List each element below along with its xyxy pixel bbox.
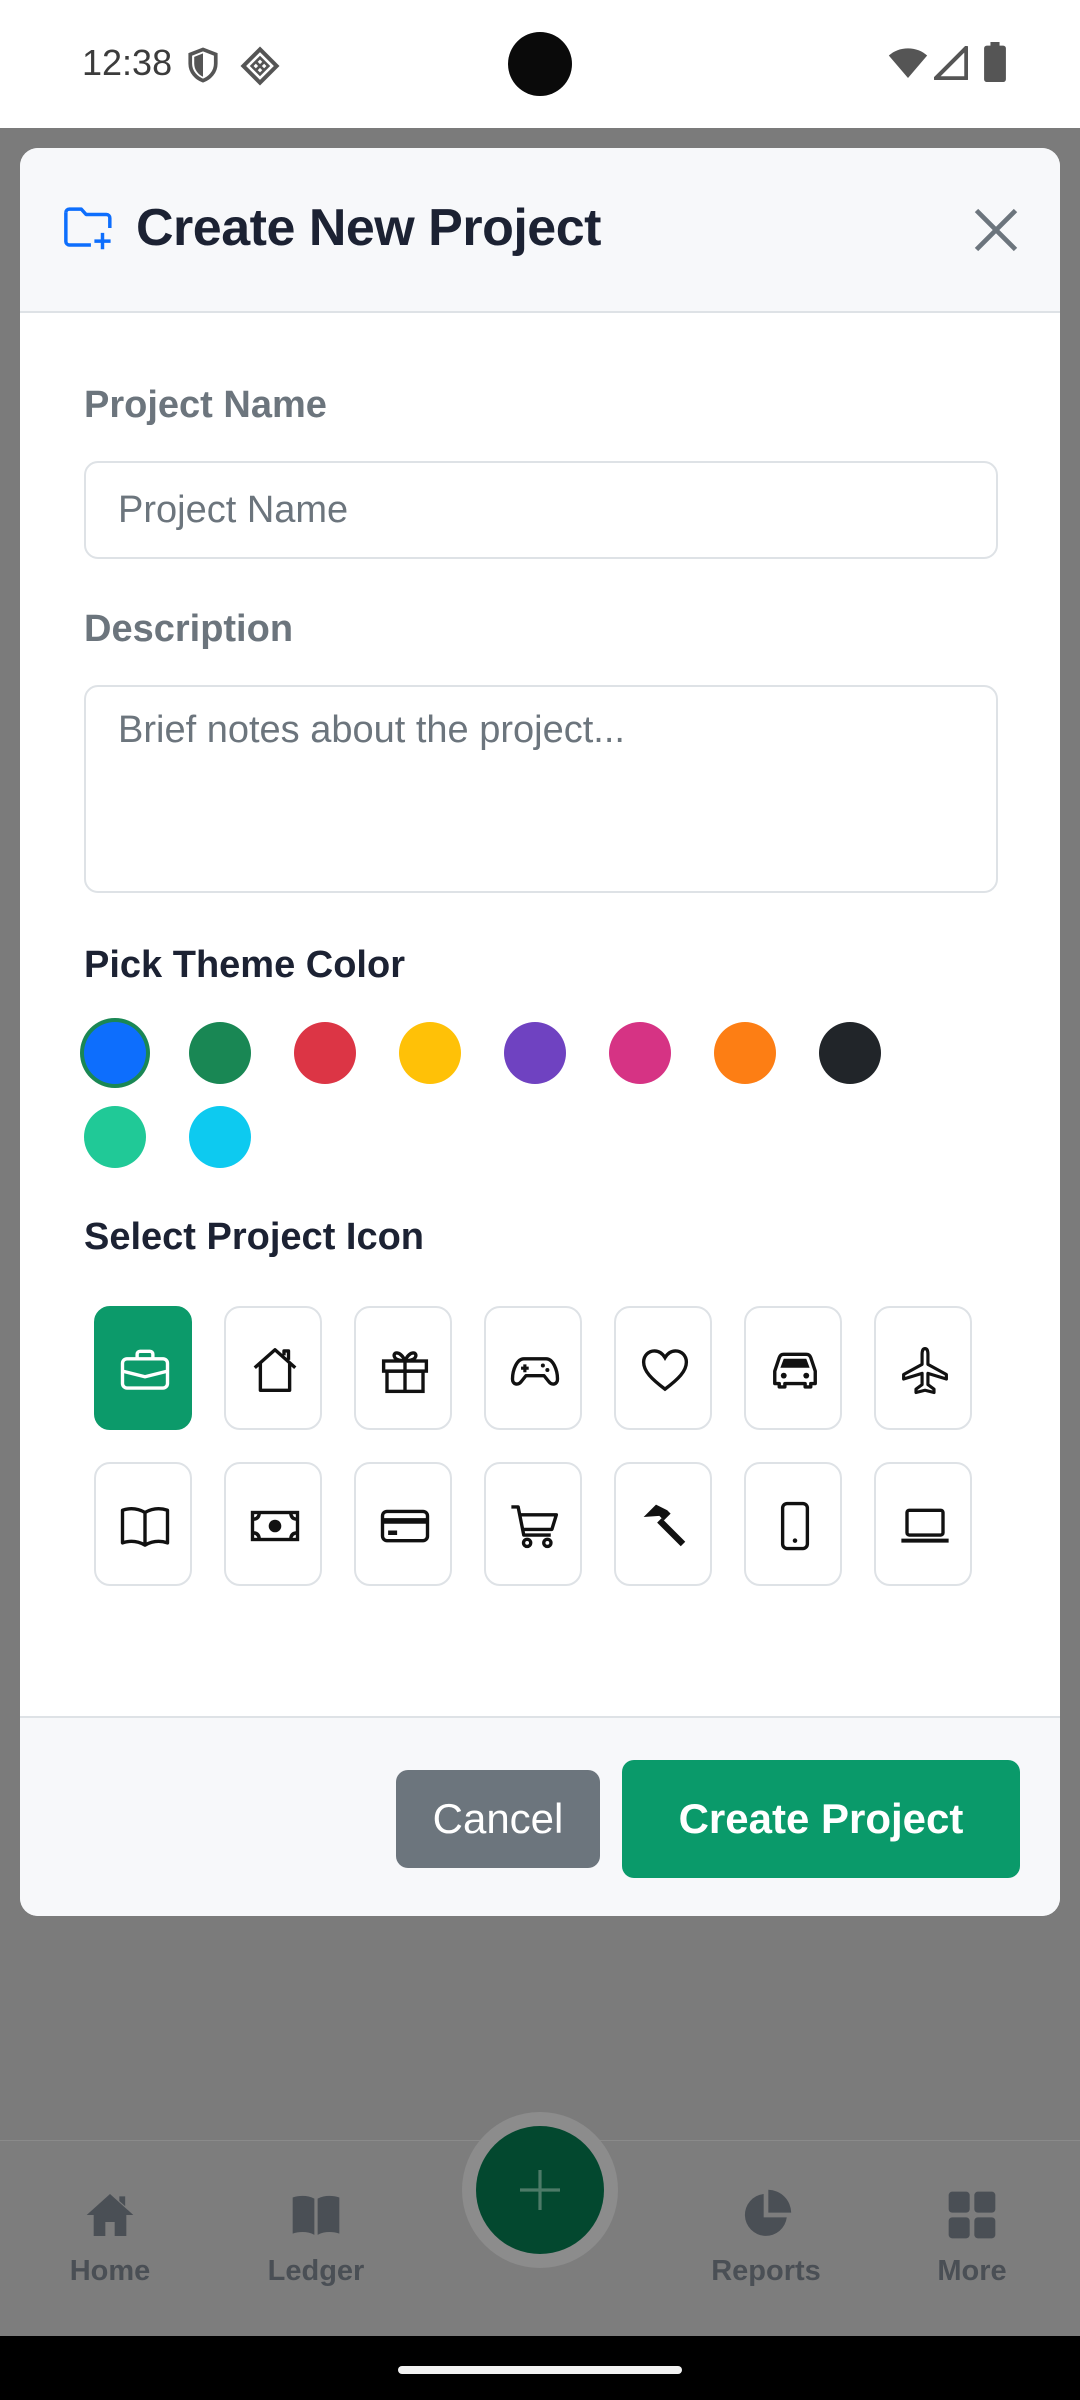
project-name-input[interactable] <box>84 461 998 559</box>
book-icon <box>292 2195 340 2235</box>
heart-icon <box>641 1349 689 1392</box>
cell-signal-icon <box>934 46 968 80</box>
color-swatch[interactable] <box>819 1022 881 1084</box>
color-swatch[interactable] <box>189 1106 251 1168</box>
status-bar: 12:38 <box>0 0 1080 128</box>
car-icon <box>773 1352 817 1389</box>
create-project-button[interactable]: Create Project <box>622 1760 1020 1878</box>
add-fab-button[interactable] <box>476 2126 604 2254</box>
color-swatch[interactable] <box>714 1022 776 1084</box>
nav-label-reports: Reports <box>711 2255 821 2287</box>
color-swatch[interactable] <box>294 1022 356 1084</box>
cash-icon <box>250 1510 300 1542</box>
battery-icon <box>984 42 1006 82</box>
airplane-icon <box>902 1347 948 1395</box>
modal-header: Create New Project <box>20 148 1060 313</box>
color-swatch[interactable] <box>84 1106 146 1168</box>
folder-plus-icon <box>64 207 112 250</box>
book-open-icon <box>120 1507 170 1547</box>
nav-label-ledger: Ledger <box>267 2255 365 2287</box>
icon-option-cart[interactable] <box>484 1462 582 1586</box>
home-icon <box>86 2194 134 2236</box>
status-time: 12:38 <box>82 42 173 83</box>
color-swatch[interactable] <box>399 1022 461 1084</box>
modal-title: Create New Project <box>136 199 601 257</box>
hammer-icon <box>643 1504 686 1547</box>
diamond-grid-icon <box>240 46 280 86</box>
house-icon <box>253 1348 297 1392</box>
grid-icon <box>948 2191 996 2239</box>
nav-item-more[interactable]: More <box>892 2187 1052 2288</box>
credit-card-icon <box>380 1509 430 1543</box>
icon-option-house[interactable] <box>224 1306 322 1430</box>
icon-option-credit-card[interactable] <box>354 1462 452 1586</box>
theme-color-label: Pick Theme Color <box>84 944 405 986</box>
icon-option-heart[interactable] <box>614 1306 712 1430</box>
icon-option-gamepad[interactable] <box>484 1306 582 1430</box>
icon-option-gift[interactable] <box>354 1306 452 1430</box>
icon-option-car[interactable] <box>744 1306 842 1430</box>
description-textarea[interactable] <box>84 685 998 893</box>
pie-chart-icon <box>744 2189 792 2236</box>
home-gesture-handle[interactable] <box>398 2366 682 2374</box>
camera-cutout <box>508 32 572 96</box>
icon-option-hammer[interactable] <box>614 1462 712 1586</box>
color-swatch[interactable] <box>609 1022 671 1084</box>
gesture-bar <box>0 2336 1080 2400</box>
nav-label-home: Home <box>69 2255 151 2287</box>
color-swatch[interactable] <box>189 1022 251 1084</box>
close-icon[interactable] <box>970 204 1022 256</box>
create-project-modal: Create New Project Project Name Descript… <box>20 148 1060 1916</box>
wifi-icon <box>888 48 928 78</box>
nav-item-ledger[interactable]: Ledger <box>236 2187 396 2288</box>
icon-option-phone[interactable] <box>744 1462 842 1586</box>
icon-option-briefcase[interactable] <box>94 1306 192 1430</box>
color-swatch[interactable] <box>84 1022 146 1084</box>
nav-item-reports[interactable]: Reports <box>686 2187 846 2288</box>
nav-label-more: More <box>937 2255 1007 2287</box>
description-label: Description <box>84 608 294 650</box>
cancel-button[interactable]: Cancel <box>396 1770 600 1868</box>
plus-icon <box>520 2170 560 2210</box>
phone-icon <box>780 1501 810 1551</box>
icon-option-cash[interactable] <box>224 1462 322 1586</box>
shield-icon <box>188 47 218 83</box>
project-name-label: Project Name <box>84 384 327 426</box>
color-swatch[interactable] <box>504 1022 566 1084</box>
icon-option-book[interactable] <box>94 1462 192 1586</box>
icon-option-laptop[interactable] <box>874 1462 972 1586</box>
modal-footer: Cancel Create Project <box>20 1716 1060 1916</box>
gamepad-icon <box>510 1357 560 1386</box>
gift-icon <box>381 1351 429 1394</box>
project-icon-label: Select Project Icon <box>84 1216 425 1258</box>
laptop-icon <box>901 1508 949 1543</box>
briefcase-icon <box>120 1349 170 1390</box>
icon-option-airplane[interactable] <box>874 1306 972 1430</box>
nav-item-home[interactable]: Home <box>30 2187 190 2288</box>
cart-icon <box>511 1505 559 1549</box>
